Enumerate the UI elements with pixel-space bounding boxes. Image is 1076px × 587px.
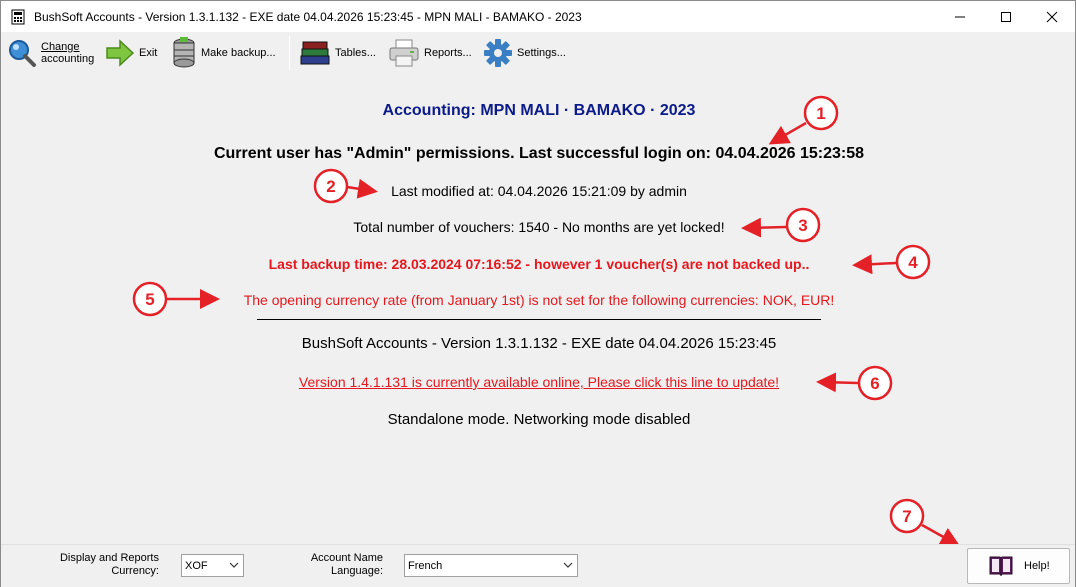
mode-line: Standalone mode. Networking mode disable…: [387, 411, 691, 428]
divider: [257, 319, 821, 320]
settings-button[interactable]: Settings...: [483, 36, 566, 70]
language-label: Account Name Language:: [291, 552, 383, 578]
change-accounting-button[interactable]: Change accounting: [7, 36, 94, 70]
magnifier-icon: [9, 40, 36, 67]
language-select-value: French: [408, 559, 443, 572]
user-permissions-line: Current user has "Admin" permissions. La…: [213, 145, 865, 162]
reports-label: Reports...: [424, 47, 472, 59]
close-button[interactable]: [1029, 1, 1075, 32]
database-icon: [173, 37, 195, 68]
title-bar: BushSoft Accounts - Version 1.3.1.132 - …: [1, 1, 1075, 32]
currency-label-line-1: Display and Reports: [59, 552, 159, 564]
chevron-down-icon: [229, 562, 239, 568]
exit-button[interactable]: Exit: [105, 36, 157, 70]
main-content: Accounting: MPN MALI · BAMAKO · 2023 Cur…: [1, 74, 1075, 544]
last-modified-line: Last modified at: 04.04.2026 15:21:09 by…: [391, 183, 687, 199]
app-icon: [11, 9, 25, 24]
tables-button[interactable]: Tables...: [299, 36, 376, 70]
bottom-bar: Display and Reports Currency: XOF Accoun…: [1, 544, 1075, 587]
close-icon: [1046, 11, 1058, 22]
maximize-icon: [1001, 11, 1011, 22]
currency-select-value: XOF: [185, 559, 208, 572]
currency-select[interactable]: XOF: [181, 554, 244, 577]
change-accounting-label-2: accounting: [41, 53, 95, 65]
minimize-icon: [955, 16, 965, 17]
books-icon: [300, 41, 330, 65]
make-backup-label: Make backup...: [201, 47, 276, 59]
make-backup-button[interactable]: Make backup...: [171, 36, 276, 70]
vouchers-line: Total number of vouchers: 1540 - No mont…: [353, 219, 725, 235]
backup-warning-line: Last backup time: 28.03.2024 07:16:52 - …: [268, 256, 810, 272]
version-line: BushSoft Accounts - Version 1.3.1.132 - …: [301, 335, 777, 352]
currency-warning-line: The opening currency rate (from January …: [243, 292, 835, 308]
window-title: BushSoft Accounts - Version 1.3.1.132 - …: [34, 9, 582, 24]
maximize-button[interactable]: [983, 1, 1029, 32]
help-label: Help!: [1024, 560, 1050, 572]
tables-label: Tables...: [335, 47, 376, 59]
update-link[interactable]: Version 1.4.1.131 is currently available…: [1, 374, 1076, 390]
language-label-line-1: Account Name: [310, 552, 383, 564]
reports-button[interactable]: Reports...: [388, 36, 472, 70]
minimize-button[interactable]: [937, 1, 983, 32]
toolbar-separator: [289, 36, 290, 70]
language-label-line-2: Language:: [331, 565, 383, 577]
accounting-title: Accounting: MPN MALI · BAMAKO · 2023: [382, 102, 696, 119]
language-select[interactable]: French: [404, 554, 578, 577]
exit-label: Exit: [139, 47, 158, 59]
book-icon: [989, 556, 1013, 577]
app-window: BushSoft Accounts - Version 1.3.1.132 - …: [0, 0, 1076, 587]
exit-arrow-icon: [106, 39, 135, 67]
printer-icon: [389, 39, 419, 67]
gear-icon: [484, 39, 512, 67]
currency-label: Display and Reports Currency:: [41, 552, 159, 578]
window-controls: [937, 1, 1075, 32]
chevron-down-icon: [563, 562, 573, 568]
change-accounting-label-1: Change: [41, 41, 80, 53]
settings-label: Settings...: [517, 47, 566, 59]
help-button[interactable]: Help!: [967, 548, 1070, 584]
toolbar: Change accounting Exit Make backup... Ta…: [1, 32, 1075, 74]
currency-label-line-2: Currency:: [111, 565, 159, 577]
